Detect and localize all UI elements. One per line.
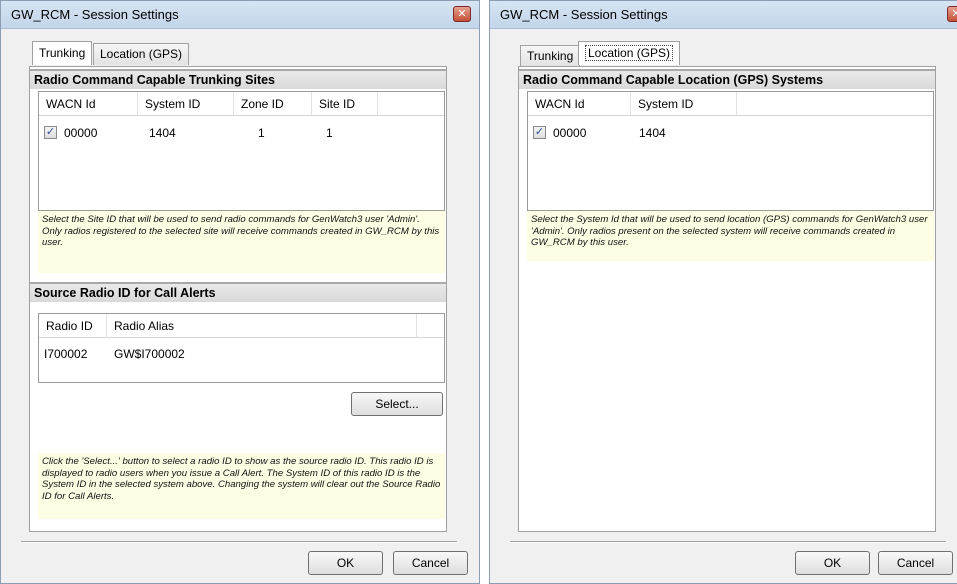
session-settings-dialog-trunking: GW_RCM - Session Settings ✕ Trunking Loc… xyxy=(0,0,480,584)
checkmark-icon: ✓ xyxy=(45,126,56,138)
cell-wacn-id: 00000 xyxy=(553,126,587,140)
tab-location-label: Location (GPS) xyxy=(100,47,183,61)
title-bar[interactable]: GW_RCM - Session Settings ✕ xyxy=(1,1,479,29)
cancel-button[interactable]: Cancel xyxy=(393,551,468,575)
location-hint-text: Select the System Id that will be used t… xyxy=(527,211,934,261)
list-header: WACN Id System ID Zone ID Site ID xyxy=(39,92,444,116)
checkmark-icon: ✓ xyxy=(534,126,545,138)
title-bar[interactable]: GW_RCM - Session Settings ✕ xyxy=(490,1,957,29)
session-settings-dialog-location: GW_RCM - Session Settings ✕ Trunking Loc… xyxy=(489,0,957,584)
cell-site-id: 1 xyxy=(326,126,333,140)
trunking-hint-text: Select the Site ID that will be used to … xyxy=(38,211,445,273)
column-radio-alias[interactable]: Radio Alias xyxy=(107,314,417,338)
tab-panel-trunking: Radio Command Capable Trunking Sites WAC… xyxy=(29,66,447,532)
tab-panel-location: Radio Command Capable Location (GPS) Sys… xyxy=(518,66,936,532)
ok-button[interactable]: OK xyxy=(308,551,383,575)
column-wacn-id[interactable]: WACN Id xyxy=(39,92,138,116)
location-systems-header: Radio Command Capable Location (GPS) Sys… xyxy=(519,69,935,89)
column-system-id[interactable]: System ID xyxy=(138,92,234,116)
cell-zone-id: 1 xyxy=(258,126,265,140)
column-zone-id[interactable]: Zone ID xyxy=(234,92,312,116)
tab-location-gps[interactable]: Location (GPS) xyxy=(578,41,681,65)
tab-trunking-label: Trunking xyxy=(39,46,86,60)
close-icon: ✕ xyxy=(951,8,957,20)
close-icon: ✕ xyxy=(457,8,467,20)
tab-location-gps[interactable]: Location (GPS) xyxy=(93,43,189,65)
column-system-id[interactable]: System ID xyxy=(631,92,737,116)
close-button[interactable]: ✕ xyxy=(453,6,471,22)
list-header: WACN Id System ID xyxy=(528,92,933,116)
row-checkbox[interactable]: ✓ xyxy=(44,126,57,139)
column-radio-id[interactable]: Radio ID xyxy=(39,314,107,338)
cell-wacn-id: 00000 xyxy=(64,126,98,140)
cancel-button[interactable]: Cancel xyxy=(878,551,953,575)
column-wacn-id[interactable]: WACN Id xyxy=(528,92,631,116)
list-header: Radio ID Radio Alias xyxy=(39,314,444,338)
window-title: GW_RCM - Session Settings xyxy=(500,7,668,22)
ok-button[interactable]: OK xyxy=(795,551,870,575)
close-button[interactable]: ✕ xyxy=(947,6,957,22)
tab-trunking[interactable]: Trunking xyxy=(520,45,581,67)
tab-location-label: Location (GPS) xyxy=(585,45,674,61)
trunking-sites-header: Radio Command Capable Trunking Sites xyxy=(30,69,446,89)
location-systems-list[interactable]: WACN Id System ID ✓ 00000 1404 xyxy=(527,91,934,211)
source-radio-header: Source Radio ID for Call Alerts xyxy=(30,282,446,302)
row-checkbox[interactable]: ✓ xyxy=(533,126,546,139)
source-radio-hint-text: Click the 'Select...' button to select a… xyxy=(38,453,445,519)
divider xyxy=(21,541,457,543)
source-radio-list[interactable]: Radio ID Radio Alias I700002 GW$I700002 xyxy=(38,313,445,383)
cell-radio-alias: GW$I700002 xyxy=(114,347,185,361)
tab-trunking-label: Trunking xyxy=(527,49,574,63)
trunking-sites-list[interactable]: WACN Id System ID Zone ID Site ID ✓ 0000… xyxy=(38,91,445,211)
cell-system-id: 1404 xyxy=(149,126,176,140)
divider xyxy=(510,541,946,543)
select-radio-button[interactable]: Select... xyxy=(351,392,443,416)
tab-trunking[interactable]: Trunking xyxy=(32,41,93,65)
cell-radio-id: I700002 xyxy=(44,347,88,361)
cell-system-id: 1404 xyxy=(639,126,666,140)
window-title: GW_RCM - Session Settings xyxy=(11,7,179,22)
column-site-id[interactable]: Site ID xyxy=(312,92,378,116)
